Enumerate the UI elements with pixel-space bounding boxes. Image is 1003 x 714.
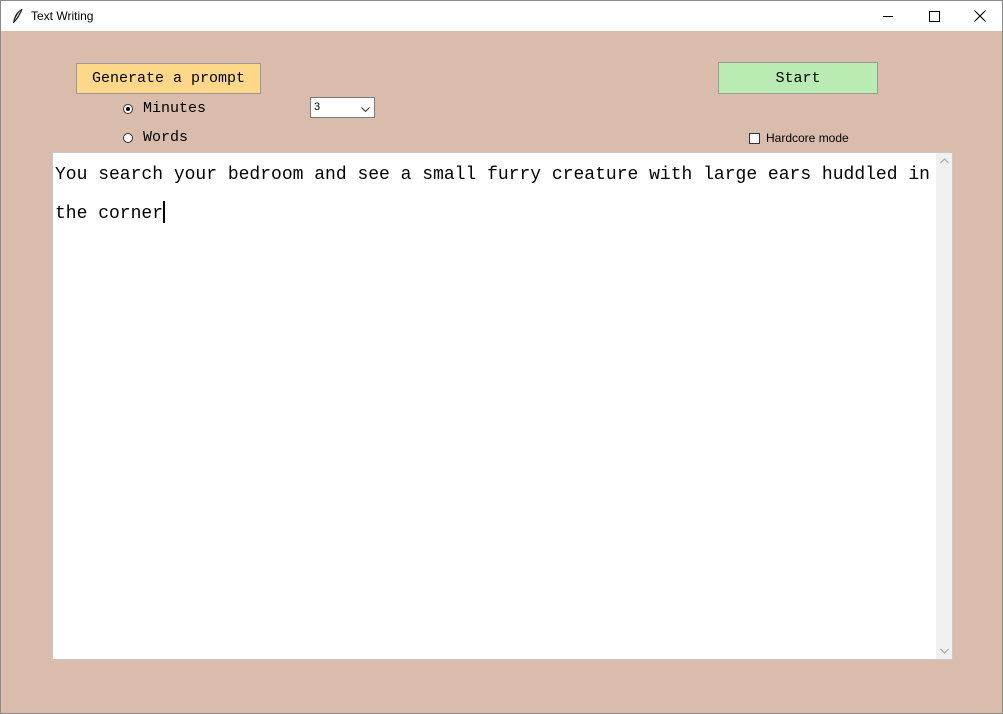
close-icon: [974, 10, 986, 22]
scroll-up-icon[interactable]: [936, 153, 952, 169]
writing-text: You search your bedroom and see a small …: [55, 165, 930, 224]
app-window: Text Writing Generate a prompt Start Min…: [0, 0, 1003, 714]
maximize-button[interactable]: [911, 1, 957, 31]
minimize-button[interactable]: [865, 1, 911, 31]
feather-icon: [11, 8, 25, 24]
start-button[interactable]: Start: [718, 62, 878, 94]
minutes-radio-option[interactable]: Minutes: [123, 100, 206, 117]
maximize-icon: [928, 10, 940, 22]
minimize-icon: [882, 11, 894, 22]
writing-text-content[interactable]: You search your bedroom and see a small …: [55, 156, 935, 234]
hardcore-mode-option[interactable]: Hardcore mode: [749, 131, 849, 145]
text-caret: [163, 201, 166, 223]
words-label: Words: [143, 129, 189, 146]
vertical-scrollbar[interactable]: [936, 153, 952, 659]
chevron-down-icon[interactable]: [361, 104, 370, 116]
minutes-radio[interactable]: [123, 103, 133, 114]
words-radio[interactable]: [123, 132, 133, 143]
title-bar[interactable]: Text Writing: [1, 1, 1002, 31]
writing-text-area[interactable]: You search your bedroom and see a small …: [52, 152, 953, 660]
close-button[interactable]: [957, 1, 1003, 31]
amount-select-value: 3: [314, 101, 321, 113]
scroll-down-icon[interactable]: [936, 643, 952, 659]
words-radio-option[interactable]: Words: [123, 129, 188, 146]
hardcore-mode-label: Hardcore mode: [766, 131, 849, 145]
client-area: Generate a prompt Start Minutes Words 3 …: [1, 31, 1002, 713]
window-title: Text Writing: [31, 9, 94, 23]
generate-prompt-button[interactable]: Generate a prompt: [76, 63, 261, 94]
hardcore-mode-checkbox[interactable]: [749, 132, 760, 144]
amount-select[interactable]: 3: [310, 97, 375, 118]
minutes-label: Minutes: [143, 100, 207, 117]
